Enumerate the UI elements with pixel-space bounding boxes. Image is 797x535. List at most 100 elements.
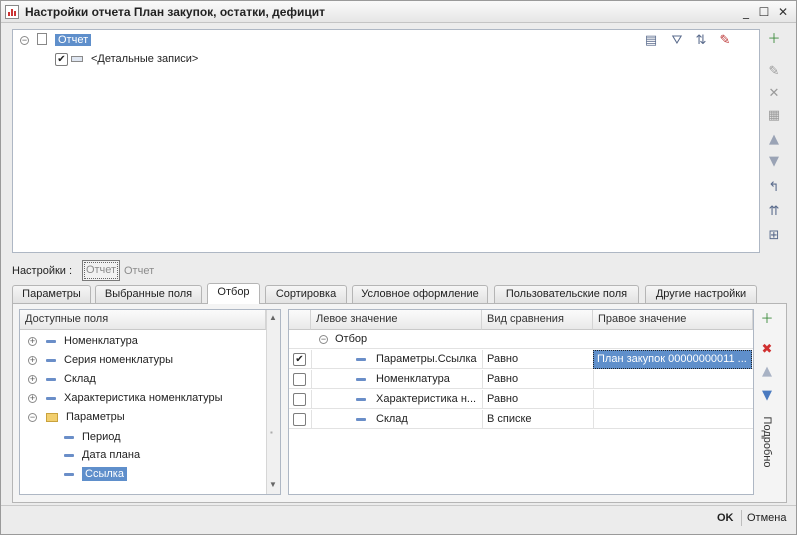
delete-icon[interactable]: ✕: [765, 85, 783, 103]
add-icon[interactable]: ＋: [765, 31, 783, 49]
field-label: Склад: [64, 373, 96, 385]
expand-icon[interactable]: +: [28, 356, 37, 365]
table-row[interactable]: Характеристика н... Равно: [289, 390, 753, 409]
field-icon: [64, 472, 74, 476]
tab-user-fields[interactable]: Пользовательские поля: [494, 285, 639, 303]
add-filter-icon[interactable]: ＋: [758, 311, 776, 329]
left-value-text: Характеристика н...: [376, 393, 477, 405]
minimize-button[interactable]: _: [738, 4, 754, 20]
conditional-format-icon[interactable]: ✎: [716, 32, 734, 50]
left-value-cell[interactable]: Склад: [311, 410, 482, 429]
collapse-icon[interactable]: −: [28, 413, 37, 422]
move-down-icon[interactable]: ▼: [758, 387, 776, 405]
expand-icon[interactable]: +: [28, 375, 37, 384]
field-icon: [46, 396, 56, 400]
collapse-icon[interactable]: −: [20, 36, 29, 45]
right-value-cell[interactable]: План закупок 00000000011 ...: [593, 350, 752, 369]
grouping-icon: [71, 56, 83, 62]
scroll-up-icon[interactable]: ▲: [269, 313, 277, 322]
field-label: Период: [82, 431, 121, 443]
tree-item-report-label: Отчет: [55, 34, 92, 46]
details-toggle[interactable]: Подробно: [760, 414, 774, 474]
right-value-cell[interactable]: [593, 410, 752, 429]
left-value-cell[interactable]: Параметры.Ссылка: [311, 350, 482, 369]
left-value-cell[interactable]: Характеристика н...: [311, 390, 482, 409]
comparison-cell[interactable]: В списке: [482, 410, 593, 429]
field-item[interactable]: Характеристика номенклатуры: [46, 390, 223, 406]
left-value-text: Параметры.Ссылка: [376, 353, 477, 365]
field-label: Характеристика номенклатуры: [64, 392, 223, 404]
properties-icon[interactable]: ▦: [765, 107, 783, 125]
row-checkbox[interactable]: [293, 393, 306, 406]
detail-records-checkbox[interactable]: ✔: [55, 53, 68, 66]
field-item[interactable]: Серия номенклатуры: [46, 352, 173, 368]
scroll-down-icon[interactable]: ▼: [269, 480, 277, 489]
ok-button[interactable]: OK: [717, 512, 734, 524]
edit-icon[interactable]: ✎: [765, 63, 783, 81]
row-checkbox[interactable]: [293, 413, 306, 426]
delete-filter-icon[interactable]: ✖: [758, 341, 776, 359]
tree-item-report[interactable]: Отчет: [55, 32, 92, 48]
table-row[interactable]: ✔ Параметры.Ссылка Равно План закупок 00…: [289, 350, 753, 369]
maximize-button[interactable]: ☐: [756, 4, 772, 20]
field-icon: [46, 377, 56, 381]
sort-icon[interactable]: ⇅: [692, 32, 710, 50]
tab-other-settings[interactable]: Другие настройки: [645, 285, 757, 303]
field-label: Ссылка: [82, 467, 127, 481]
scroll-grip-icon[interactable]: ▪: [270, 428, 273, 437]
field-item[interactable]: Период: [64, 429, 121, 445]
move-up-icon[interactable]: ▲: [758, 363, 776, 381]
tab-conditional-format[interactable]: Условное оформление: [352, 285, 488, 303]
tree-item-detail-records[interactable]: <Детальные записи>: [91, 51, 198, 67]
collapse-icon[interactable]: −: [319, 335, 328, 344]
left-value-text: Склад: [376, 413, 408, 425]
field-group-parameters[interactable]: Параметры: [46, 409, 125, 425]
tab-parameters[interactable]: Параметры: [12, 285, 91, 303]
comparison-cell[interactable]: Равно: [482, 350, 593, 369]
available-fields-panel: Доступные поля ▲ ▪ ▼ + Номенклатура + Се…: [19, 309, 281, 495]
field-item[interactable]: Номенклатура: [46, 333, 138, 349]
columns-icon[interactable]: ▤: [642, 32, 660, 50]
settings-report-link[interactable]: Отчет: [124, 265, 154, 277]
group-label: Отбор: [335, 333, 368, 345]
tab-filter[interactable]: Отбор: [207, 283, 260, 304]
field-icon: [64, 453, 74, 457]
report-doc-icon: [37, 33, 47, 45]
right-value-cell[interactable]: [593, 370, 752, 389]
scrollbar[interactable]: ▲ ▪ ▼: [266, 310, 280, 494]
save-settings-icon[interactable]: ⊞: [765, 227, 783, 245]
field-icon: [46, 339, 56, 343]
field-icon: [356, 398, 366, 401]
filter-icon[interactable]: ⛛: [668, 32, 686, 50]
field-item-selected[interactable]: Ссылка: [64, 466, 127, 482]
row-checkbox[interactable]: ✔: [293, 353, 306, 366]
settings-report-button[interactable]: Отчет: [82, 260, 120, 281]
row-checkbox[interactable]: [293, 373, 306, 386]
move-down-icon[interactable]: ▼: [765, 153, 783, 171]
tab-selected-fields[interactable]: Выбранные поля: [95, 285, 202, 303]
comparison-cell[interactable]: Равно: [482, 370, 593, 389]
field-item[interactable]: Дата плана: [64, 447, 140, 463]
move-up-icon[interactable]: ▲: [765, 131, 783, 149]
settings-window: Настройки отчета План закупок, остатки, …: [0, 0, 797, 535]
expand-icon[interactable]: +: [28, 394, 37, 403]
tab-sort[interactable]: Сортировка: [265, 285, 347, 303]
table-row[interactable]: Номенклатура Равно: [289, 370, 753, 389]
folder-icon: [46, 412, 58, 422]
group-icon[interactable]: ↰: [765, 179, 783, 197]
expand-icon[interactable]: +: [28, 337, 37, 346]
left-value-cell[interactable]: Номенклатура: [311, 370, 482, 389]
right-value-cell[interactable]: [593, 390, 752, 409]
checkbox-column-header: [289, 310, 311, 330]
details-label: Подробно: [761, 416, 773, 468]
comparison-cell[interactable]: Равно: [482, 390, 593, 409]
table-row[interactable]: Склад В списке: [289, 410, 753, 429]
cancel-button[interactable]: Отмена: [747, 512, 786, 524]
footer-divider: [1, 505, 796, 506]
right-value-header: Правое значение: [593, 310, 753, 330]
field-icon: [64, 435, 74, 439]
close-button[interactable]: ✕: [775, 4, 791, 20]
field-item[interactable]: Склад: [46, 371, 96, 387]
filter-group-row[interactable]: − Отбор: [289, 330, 753, 349]
ungroup-icon[interactable]: ⇈: [765, 203, 783, 221]
